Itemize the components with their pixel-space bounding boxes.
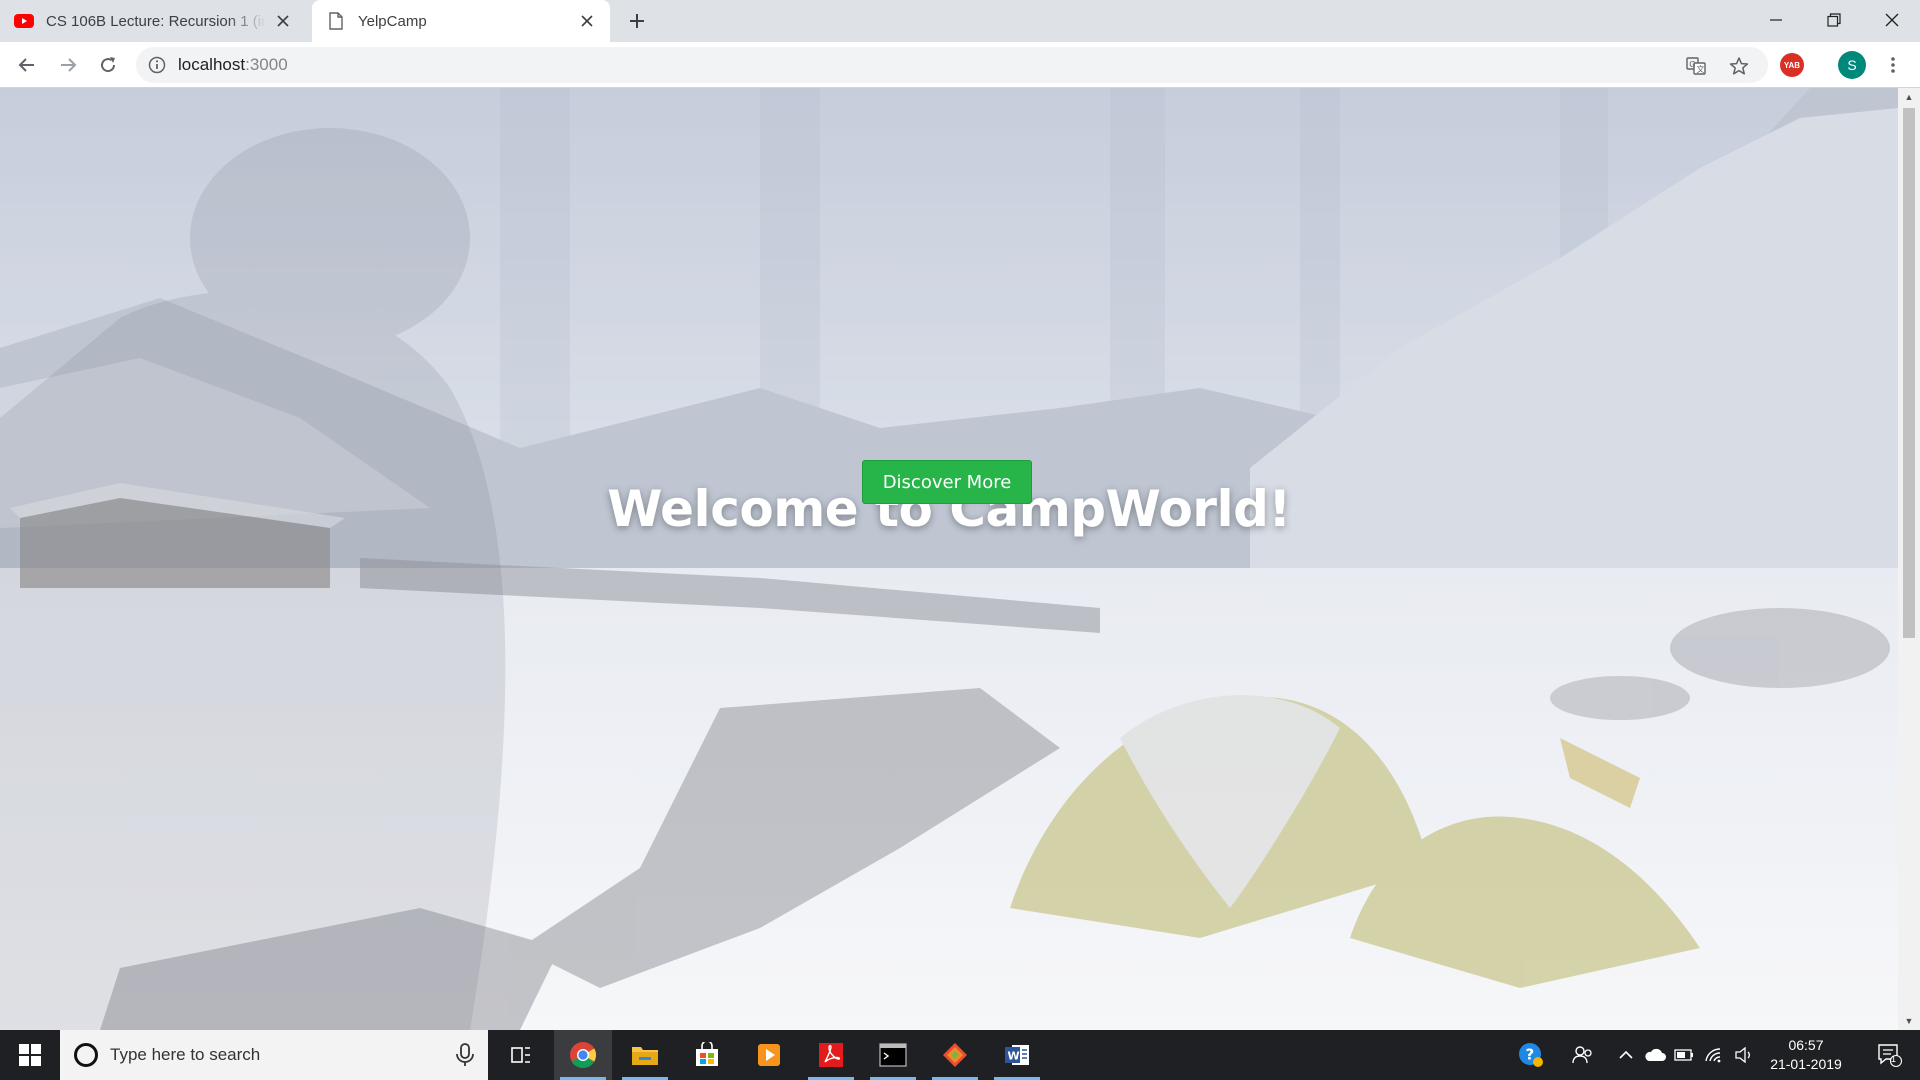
translate-icon[interactable]: G文 xyxy=(1686,56,1706,76)
discover-more-button[interactable]: Discover More xyxy=(862,460,1032,504)
onedrive-cloud-icon[interactable] xyxy=(1640,1030,1670,1080)
taskbar-acrobat[interactable] xyxy=(802,1030,860,1080)
clock-date: 21-01-2019 xyxy=(1770,1056,1842,1072)
close-icon xyxy=(1885,13,1899,27)
cortana-icon xyxy=(74,1043,98,1067)
back-button[interactable] xyxy=(11,49,43,81)
reload-button[interactable] xyxy=(92,49,124,81)
svg-text:?: ? xyxy=(1526,1046,1535,1064)
search-placeholder: Type here to search xyxy=(110,1045,261,1064)
youtube-icon xyxy=(14,11,34,31)
extension-label: YAB xyxy=(1783,60,1801,70)
forward-button[interactable] xyxy=(52,49,84,81)
close-window-button[interactable] xyxy=(1864,0,1920,40)
taskbar-media-player[interactable] xyxy=(740,1030,798,1080)
taskbar-file-explorer[interactable] xyxy=(616,1030,674,1080)
windows-taskbar: Type here to search W ? 06:57 21-01-2019… xyxy=(0,1030,1920,1080)
scroll-down-icon[interactable]: ▼ xyxy=(1904,1016,1914,1026)
bookmark-star-icon[interactable] xyxy=(1729,56,1749,76)
plus-icon xyxy=(630,14,644,28)
taskbar-word[interactable]: W xyxy=(988,1030,1046,1080)
address-bar[interactable]: localhost:3000 G文 xyxy=(136,47,1768,83)
scrollbar-thumb[interactable] xyxy=(1903,108,1915,638)
task-view-icon xyxy=(511,1047,530,1063)
profile-avatar[interactable]: S xyxy=(1838,51,1866,79)
minimize-button[interactable] xyxy=(1748,0,1804,40)
notification-count: 1 xyxy=(1891,1054,1897,1064)
tab-title: CS 106B Lecture: Recursion 1 (intro) xyxy=(46,12,266,30)
page-icon xyxy=(326,11,346,31)
svg-text:W: W xyxy=(1008,1050,1020,1063)
url-host: localhost xyxy=(178,55,246,74)
help-tray-icon[interactable]: ? xyxy=(1514,1030,1548,1080)
reload-icon xyxy=(101,57,116,73)
taskbar-store[interactable] xyxy=(678,1030,736,1080)
url-text[interactable]: localhost:3000 xyxy=(178,55,288,75)
page-viewport: Welcome to CampWorld! xyxy=(0,88,1898,1030)
minimize-icon xyxy=(1770,19,1782,21)
taskbar-search-box[interactable]: Type here to search xyxy=(60,1030,488,1080)
tab-close-icon[interactable] xyxy=(578,12,596,30)
start-button[interactable] xyxy=(0,1030,60,1080)
restore-button[interactable] xyxy=(1806,0,1862,40)
task-view-button[interactable] xyxy=(492,1030,550,1080)
profile-initial: S xyxy=(1847,57,1857,73)
word-icon: W xyxy=(1005,1045,1029,1065)
page-scrollbar[interactable]: ▲ ▼ xyxy=(1898,88,1920,1030)
terminal-icon xyxy=(879,1043,907,1067)
svg-text:文: 文 xyxy=(1697,64,1705,74)
taskbar-clock[interactable]: 06:57 21-01-2019 xyxy=(1764,1036,1848,1074)
scroll-up-icon[interactable]: ▲ xyxy=(1904,92,1914,102)
git-icon xyxy=(943,1043,967,1067)
tab-youtube-lecture[interactable]: CS 106B Lecture: Recursion 1 (intro) xyxy=(0,0,306,42)
taskbar-terminal[interactable] xyxy=(864,1030,922,1080)
url-port: :3000 xyxy=(245,55,288,74)
chevron-up-icon[interactable] xyxy=(1614,1030,1638,1080)
tab-title: YelpCamp xyxy=(358,12,427,30)
people-icon[interactable] xyxy=(1568,1030,1598,1080)
restore-icon xyxy=(1827,13,1841,27)
battery-icon[interactable] xyxy=(1670,1030,1698,1080)
browser-menu-button[interactable] xyxy=(1878,49,1908,81)
action-center-button[interactable]: 1 xyxy=(1866,1030,1912,1080)
store-icon xyxy=(696,1042,718,1066)
windows-logo-icon xyxy=(19,1044,41,1066)
svg-text:G: G xyxy=(1689,60,1695,69)
more-vert-icon xyxy=(1891,57,1895,73)
browser-toolbar: localhost:3000 G文 YAB S xyxy=(0,42,1920,88)
forward-arrow-icon xyxy=(61,58,77,72)
browser-tab-strip: CS 106B Lecture: Recursion 1 (intro) Yel… xyxy=(0,0,1920,42)
notification-icon xyxy=(1878,1044,1902,1068)
info-icon[interactable] xyxy=(148,56,166,74)
taskbar-chrome[interactable] xyxy=(554,1030,612,1080)
microphone-icon[interactable] xyxy=(454,1042,476,1068)
media-player-icon xyxy=(758,1044,780,1066)
tab-close-icon[interactable] xyxy=(274,12,292,30)
yab-extension-icon[interactable]: YAB xyxy=(1780,53,1804,77)
folder-icon xyxy=(632,1047,658,1065)
clock-time: 06:57 xyxy=(1788,1037,1824,1053)
new-tab-button[interactable] xyxy=(622,6,652,36)
volume-icon[interactable] xyxy=(1730,1030,1758,1080)
tab-yelpcamp[interactable]: YelpCamp xyxy=(312,0,610,42)
background-slideshow-image xyxy=(0,88,1898,1030)
taskbar-git[interactable] xyxy=(926,1030,984,1080)
chrome-icon xyxy=(570,1042,597,1069)
pdf-icon xyxy=(819,1043,843,1067)
back-arrow-icon xyxy=(18,58,34,72)
wifi-icon[interactable] xyxy=(1700,1030,1728,1080)
